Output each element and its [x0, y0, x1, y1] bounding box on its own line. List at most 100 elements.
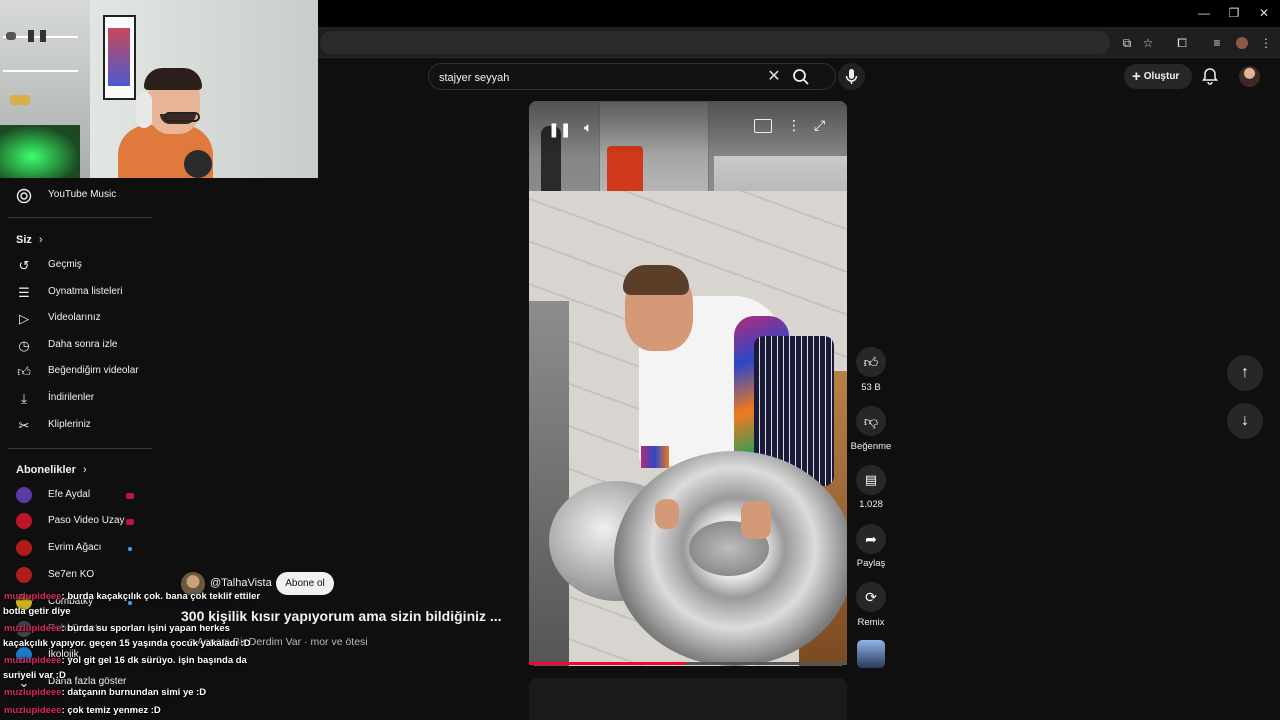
sidebar-divider	[8, 448, 152, 449]
watch-later-icon: ◷	[18, 338, 30, 353]
remix-icon: ⟳	[865, 589, 877, 605]
chevron-right-icon: ›	[38, 234, 43, 246]
microphone-icon[interactable]	[838, 63, 865, 90]
comment-count: 1.028	[859, 499, 883, 510]
sidebar-item-label: Evrim Ağacı	[48, 542, 102, 553]
sound-thumbnail[interactable]	[857, 640, 885, 668]
sidebar-subscriptions-heading[interactable]: Abonelikler ›	[16, 464, 87, 476]
sidebar-item-label: Geçmiş	[48, 259, 82, 270]
next-short-button[interactable]: ↓	[1227, 403, 1263, 439]
youtube-music-icon	[16, 188, 32, 204]
close-window-button[interactable]: ✕	[1249, 4, 1279, 22]
chat-line: kaçakçılık yapıyor. geçen 15 yaşında çoc…	[3, 638, 251, 649]
dislike-label: Beğenme	[850, 441, 892, 452]
subscriptions-heading-label: Abonelikler	[16, 464, 76, 476]
chat-line: muzlupideee: çok temiz yenmez :D	[4, 705, 161, 716]
minimize-button[interactable]: —	[1189, 4, 1219, 22]
search-box: ✕	[428, 63, 836, 90]
sidebar-item-label: Efe Aydal	[48, 489, 91, 500]
sidebar-item-playlists[interactable]: ☰ Oynatma listeleri	[0, 280, 152, 306]
channel-avatar	[16, 540, 32, 556]
chat-line: muzlupideee: burda su sporları işini yap…	[4, 623, 230, 634]
channel-name[interactable]: @TalhaVista	[210, 577, 272, 589]
sidebar-item-label: Klipleriniz	[48, 419, 91, 430]
media-control-icon[interactable]: ≡	[1208, 34, 1226, 52]
create-button[interactable]: + Oluştur	[1124, 64, 1192, 89]
arrow-up-icon: ↑	[1241, 364, 1249, 381]
sidebar-item-clips[interactable]: ✂ Klipleriniz	[0, 413, 152, 439]
channel-avatar	[16, 487, 32, 503]
sidebar-item-downloads[interactable]: ⤓ İndirilenler	[0, 386, 152, 412]
menu-dots-icon[interactable]: ⋮	[1257, 34, 1275, 52]
remix-label: Remix	[857, 617, 885, 628]
chat-line: muzlupideee: yol git gel 16 dk sürüyo. i…	[4, 655, 247, 666]
chat-line: muzlupideee: datçanın burnundan simi ye …	[4, 687, 207, 698]
dislike-button[interactable]: 👎︎	[856, 406, 886, 436]
channel-avatar	[16, 567, 32, 583]
sidebar-item-liked-videos[interactable]: 👍︎ Beğendiğim videolar	[0, 359, 152, 385]
fullscreen-icon[interactable]: ⤢	[814, 117, 825, 134]
sidebar-divider	[8, 217, 152, 218]
history-icon: ↺	[18, 258, 30, 273]
sidebar-sub-paso-video-uzay[interactable]: Paso Video Uzay	[0, 509, 152, 535]
restore-button[interactable]: ❐	[1219, 4, 1249, 22]
playlist-icon: ☰	[18, 285, 30, 300]
sidebar-item-label: İndirilenler	[48, 392, 95, 403]
chat-line: botla getir diye	[3, 606, 71, 617]
sidebar-item-youtube-music[interactable]: YouTube Music	[0, 183, 152, 209]
sidebar-item-watch-later[interactable]: ◷ Daha sonra izle	[0, 333, 152, 359]
chat-line: muzlupideee: burda kaçakçılık çok. bana …	[4, 591, 261, 602]
sidebar-item-label: Videolarınız	[48, 312, 101, 323]
sidebar-item-your-videos[interactable]: ▷ Videolarınız	[0, 306, 152, 332]
create-label: Oluştur	[1143, 71, 1180, 83]
sidebar-you-heading[interactable]: Siz ›	[16, 234, 43, 246]
sidebar-sub-efe-aydal[interactable]: Efe Aydal	[0, 483, 152, 509]
search-input[interactable]	[439, 70, 759, 85]
profile-icon[interactable]	[1236, 37, 1248, 49]
comment-icon: ▤	[864, 472, 878, 487]
thumbs-up-icon: 👍︎	[863, 354, 879, 370]
sidebar-sub-evrim-agaci[interactable]: Evrim Ağacı	[0, 536, 152, 562]
previous-short-button[interactable]: ↑	[1227, 355, 1263, 391]
subscribe-button[interactable]: Abone ol	[276, 572, 334, 595]
chat-line: suriyeli var :D	[3, 670, 66, 681]
plus-icon: +	[1132, 68, 1141, 85]
thumbs-up-icon: 👍︎	[17, 364, 31, 379]
thumbs-down-icon: 👎︎	[863, 413, 879, 429]
share-button[interactable]: ➦	[856, 524, 886, 554]
share-label: Paylaş	[856, 558, 886, 569]
sidebar-item-label: Beğendiğim videolar	[48, 365, 139, 376]
sidebar-item-label: Daha sonra izle	[48, 339, 118, 350]
comments-button[interactable]: ▤	[856, 465, 886, 495]
notifications-bell-icon[interactable]	[1200, 66, 1220, 86]
address-bar[interactable]	[320, 31, 1110, 54]
you-heading-label: Siz	[16, 234, 32, 246]
cast-icon[interactable]: ⧉	[1118, 34, 1136, 52]
bookmark-star-icon[interactable]: ☆	[1139, 34, 1157, 52]
volume-icon[interactable]: 🔈︎	[584, 119, 592, 136]
share-icon: ➦	[865, 531, 877, 547]
sidebar-item-label: YouTube Music	[48, 189, 117, 200]
arrow-down-icon: ↓	[1241, 412, 1249, 429]
your-videos-icon: ▷	[19, 311, 29, 326]
live-indicator	[126, 519, 134, 525]
sidebar-item-label: Paso Video Uzay	[48, 515, 125, 526]
pause-icon[interactable]: ❚❚	[548, 121, 571, 138]
like-button[interactable]: 👍︎	[856, 347, 886, 377]
shorts-video-player[interactable]: ❚❚ 🔈︎ ⋮ ⤢	[529, 101, 847, 666]
video-progress-bar[interactable]	[529, 662, 847, 665]
sidebar-item-label: Se7en KO	[48, 569, 95, 580]
more-options-icon[interactable]: ⋮	[787, 117, 801, 134]
sidebar-sub-se7en-ko[interactable]: Se7en KO	[0, 563, 152, 589]
remix-button[interactable]: ⟳	[856, 582, 886, 612]
like-count: 53 B	[861, 382, 881, 393]
next-short-preview[interactable]	[529, 678, 847, 720]
extensions-icon[interactable]: ⧠	[1173, 34, 1191, 52]
chevron-right-icon: ›	[82, 464, 87, 476]
clear-search-icon[interactable]: ✕	[764, 67, 784, 87]
account-avatar[interactable]	[1239, 66, 1260, 87]
captions-icon[interactable]	[754, 119, 772, 133]
short-title[interactable]: 300 kişilik kısır yapıyorum ama sizin bi…	[181, 608, 502, 624]
sidebar-item-history[interactable]: ↺ Geçmiş	[0, 253, 152, 279]
search-icon[interactable]	[791, 67, 811, 87]
